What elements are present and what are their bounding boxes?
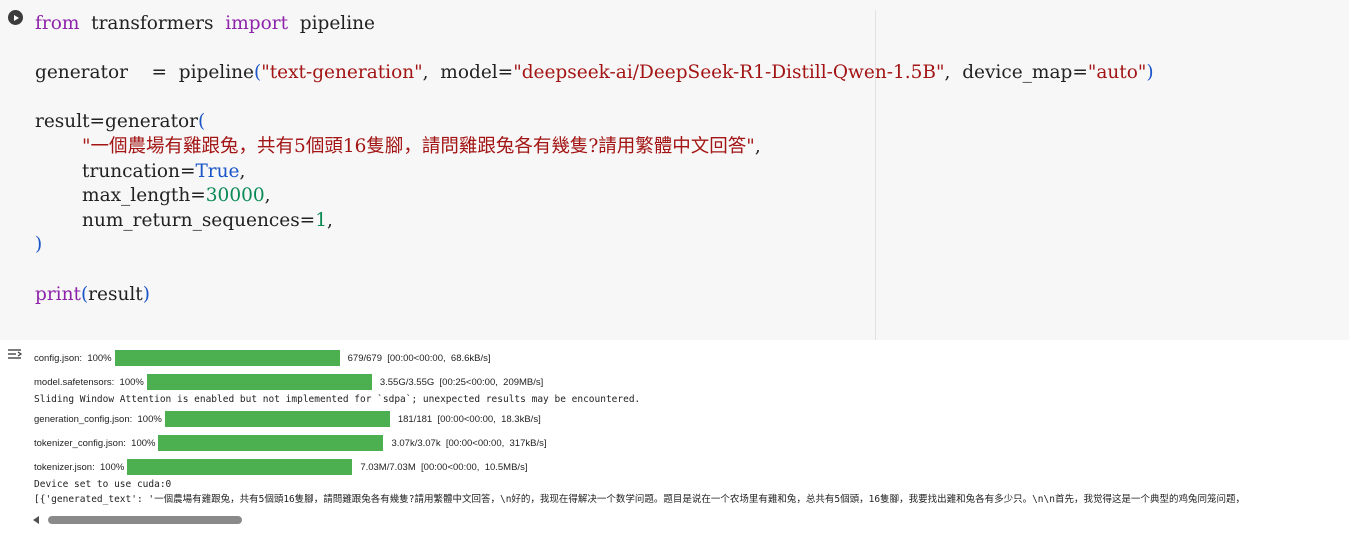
scrollbar-thumb[interactable] [48, 516, 242, 524]
progress-tokenizer: tokenizer.json: 100% 7.03M/7.03M [00:00<… [34, 458, 527, 476]
warning-text: Sliding Window Attention is enabled but … [34, 394, 641, 405]
code-token: truncation= [35, 160, 196, 182]
code-token: import [225, 13, 288, 34]
progress-model: model.safetensors: 100% 3.55G/3.55G [00:… [34, 373, 543, 391]
progress-label: model.safetensors: 100% [34, 376, 144, 388]
code-token: "一個農場有雞跟兔，共有5個頭16隻腳，請問雞跟兔各有幾隻?請用繁體中文回答" [82, 135, 755, 157]
code-token: ) [142, 283, 150, 305]
code-cell[interactable]: from transformers import pipeline genera… [0, 0, 1349, 340]
code-line: result=generator( [35, 110, 1154, 135]
code-token: , [239, 160, 246, 182]
progress-status: 679/679 [00:00<00:00, 68.6kB/s] [347, 352, 491, 364]
progress-bar [158, 435, 384, 451]
code-line: truncation=True, [35, 160, 1154, 185]
progress-bar [114, 350, 340, 366]
code-token: "auto" [1087, 62, 1147, 84]
code-token: , [326, 209, 333, 231]
code-line: from transformers import pipeline [35, 12, 1154, 37]
scroll-left-icon[interactable] [33, 516, 39, 524]
code-token: , [264, 185, 271, 207]
code-token: , device_map= [944, 62, 1088, 84]
code-line: ) [35, 233, 1154, 258]
code-token: ) [1146, 62, 1154, 84]
code-token: transformers [79, 13, 226, 34]
code-line: "一個農場有雞跟兔，共有5個頭16隻腳，請問雞跟兔各有幾隻?請用繁體中文回答", [35, 135, 1154, 160]
code-token: 30000 [205, 185, 265, 207]
code-line: max_length=30000, [35, 184, 1154, 209]
output-area: config.json: 100% 679/679 [00:00<00:00, … [0, 340, 1349, 534]
progress-tokenizer-config: tokenizer_config.json: 100% 3.07k/3.07k … [34, 434, 546, 452]
code-token: print [35, 283, 81, 305]
result-text: [{'generated_text': '一個農場有雞跟兔，共有5個頭16隻腳，… [34, 494, 1245, 505]
code-token: "deepseek-ai/DeepSeek-R1-Distill-Qwen-1.… [513, 62, 945, 84]
code-token: , model= [422, 62, 514, 84]
code-line: generator = pipeline("text-generation", … [35, 61, 1154, 86]
code-editor[interactable]: from transformers import pipeline genera… [35, 12, 1154, 307]
code-line: print(result) [35, 283, 1154, 308]
progress-bar [127, 459, 353, 475]
code-token: "text-generation" [261, 62, 423, 84]
progress-config: config.json: 100% 679/679 [00:00<00:00, … [34, 349, 491, 367]
code-token: ) [35, 234, 43, 256]
code-token: pipeline [288, 13, 376, 34]
horizontal-scrollbar[interactable] [30, 513, 1349, 527]
progress-bar [164, 411, 390, 427]
code-token: result [88, 283, 143, 305]
progress-status: 3.55G/3.55G [00:25<00:00, 209MB/s] [379, 376, 544, 388]
code-token: generator = pipeline [35, 62, 254, 84]
code-token: max_length= [35, 185, 206, 207]
progress-generation-config: generation_config.json: 100% 181/181 [00… [34, 410, 541, 428]
progress-bar [146, 374, 372, 390]
run-cell-button[interactable] [8, 10, 23, 25]
code-token: ( [198, 111, 206, 133]
code-line: num_return_sequences=1, [35, 209, 1154, 234]
code-token: result=generator [35, 111, 198, 133]
progress-label: tokenizer_config.json: 100% [34, 437, 156, 449]
code-token: True [195, 160, 240, 182]
output-options-icon[interactable] [7, 347, 25, 361]
progress-status: 3.07k/3.07k [00:00<00:00, 317kB/s] [391, 437, 547, 449]
code-token: 1 [315, 209, 327, 231]
progress-label: tokenizer.json: 100% [34, 461, 125, 473]
progress-status: 181/181 [00:00<00:00, 18.3kB/s] [397, 413, 541, 425]
code-token: , [754, 135, 761, 157]
play-icon [13, 14, 19, 21]
progress-label: generation_config.json: 100% [34, 413, 162, 425]
progress-label: config.json: 100% [34, 352, 112, 364]
code-token: from [35, 13, 80, 34]
progress-status: 7.03M/7.03M [00:00<00:00, 10.5MB/s] [360, 461, 528, 473]
code-token: num_return_sequences= [35, 209, 316, 231]
device-text: Device set to use cuda:0 [34, 479, 172, 490]
